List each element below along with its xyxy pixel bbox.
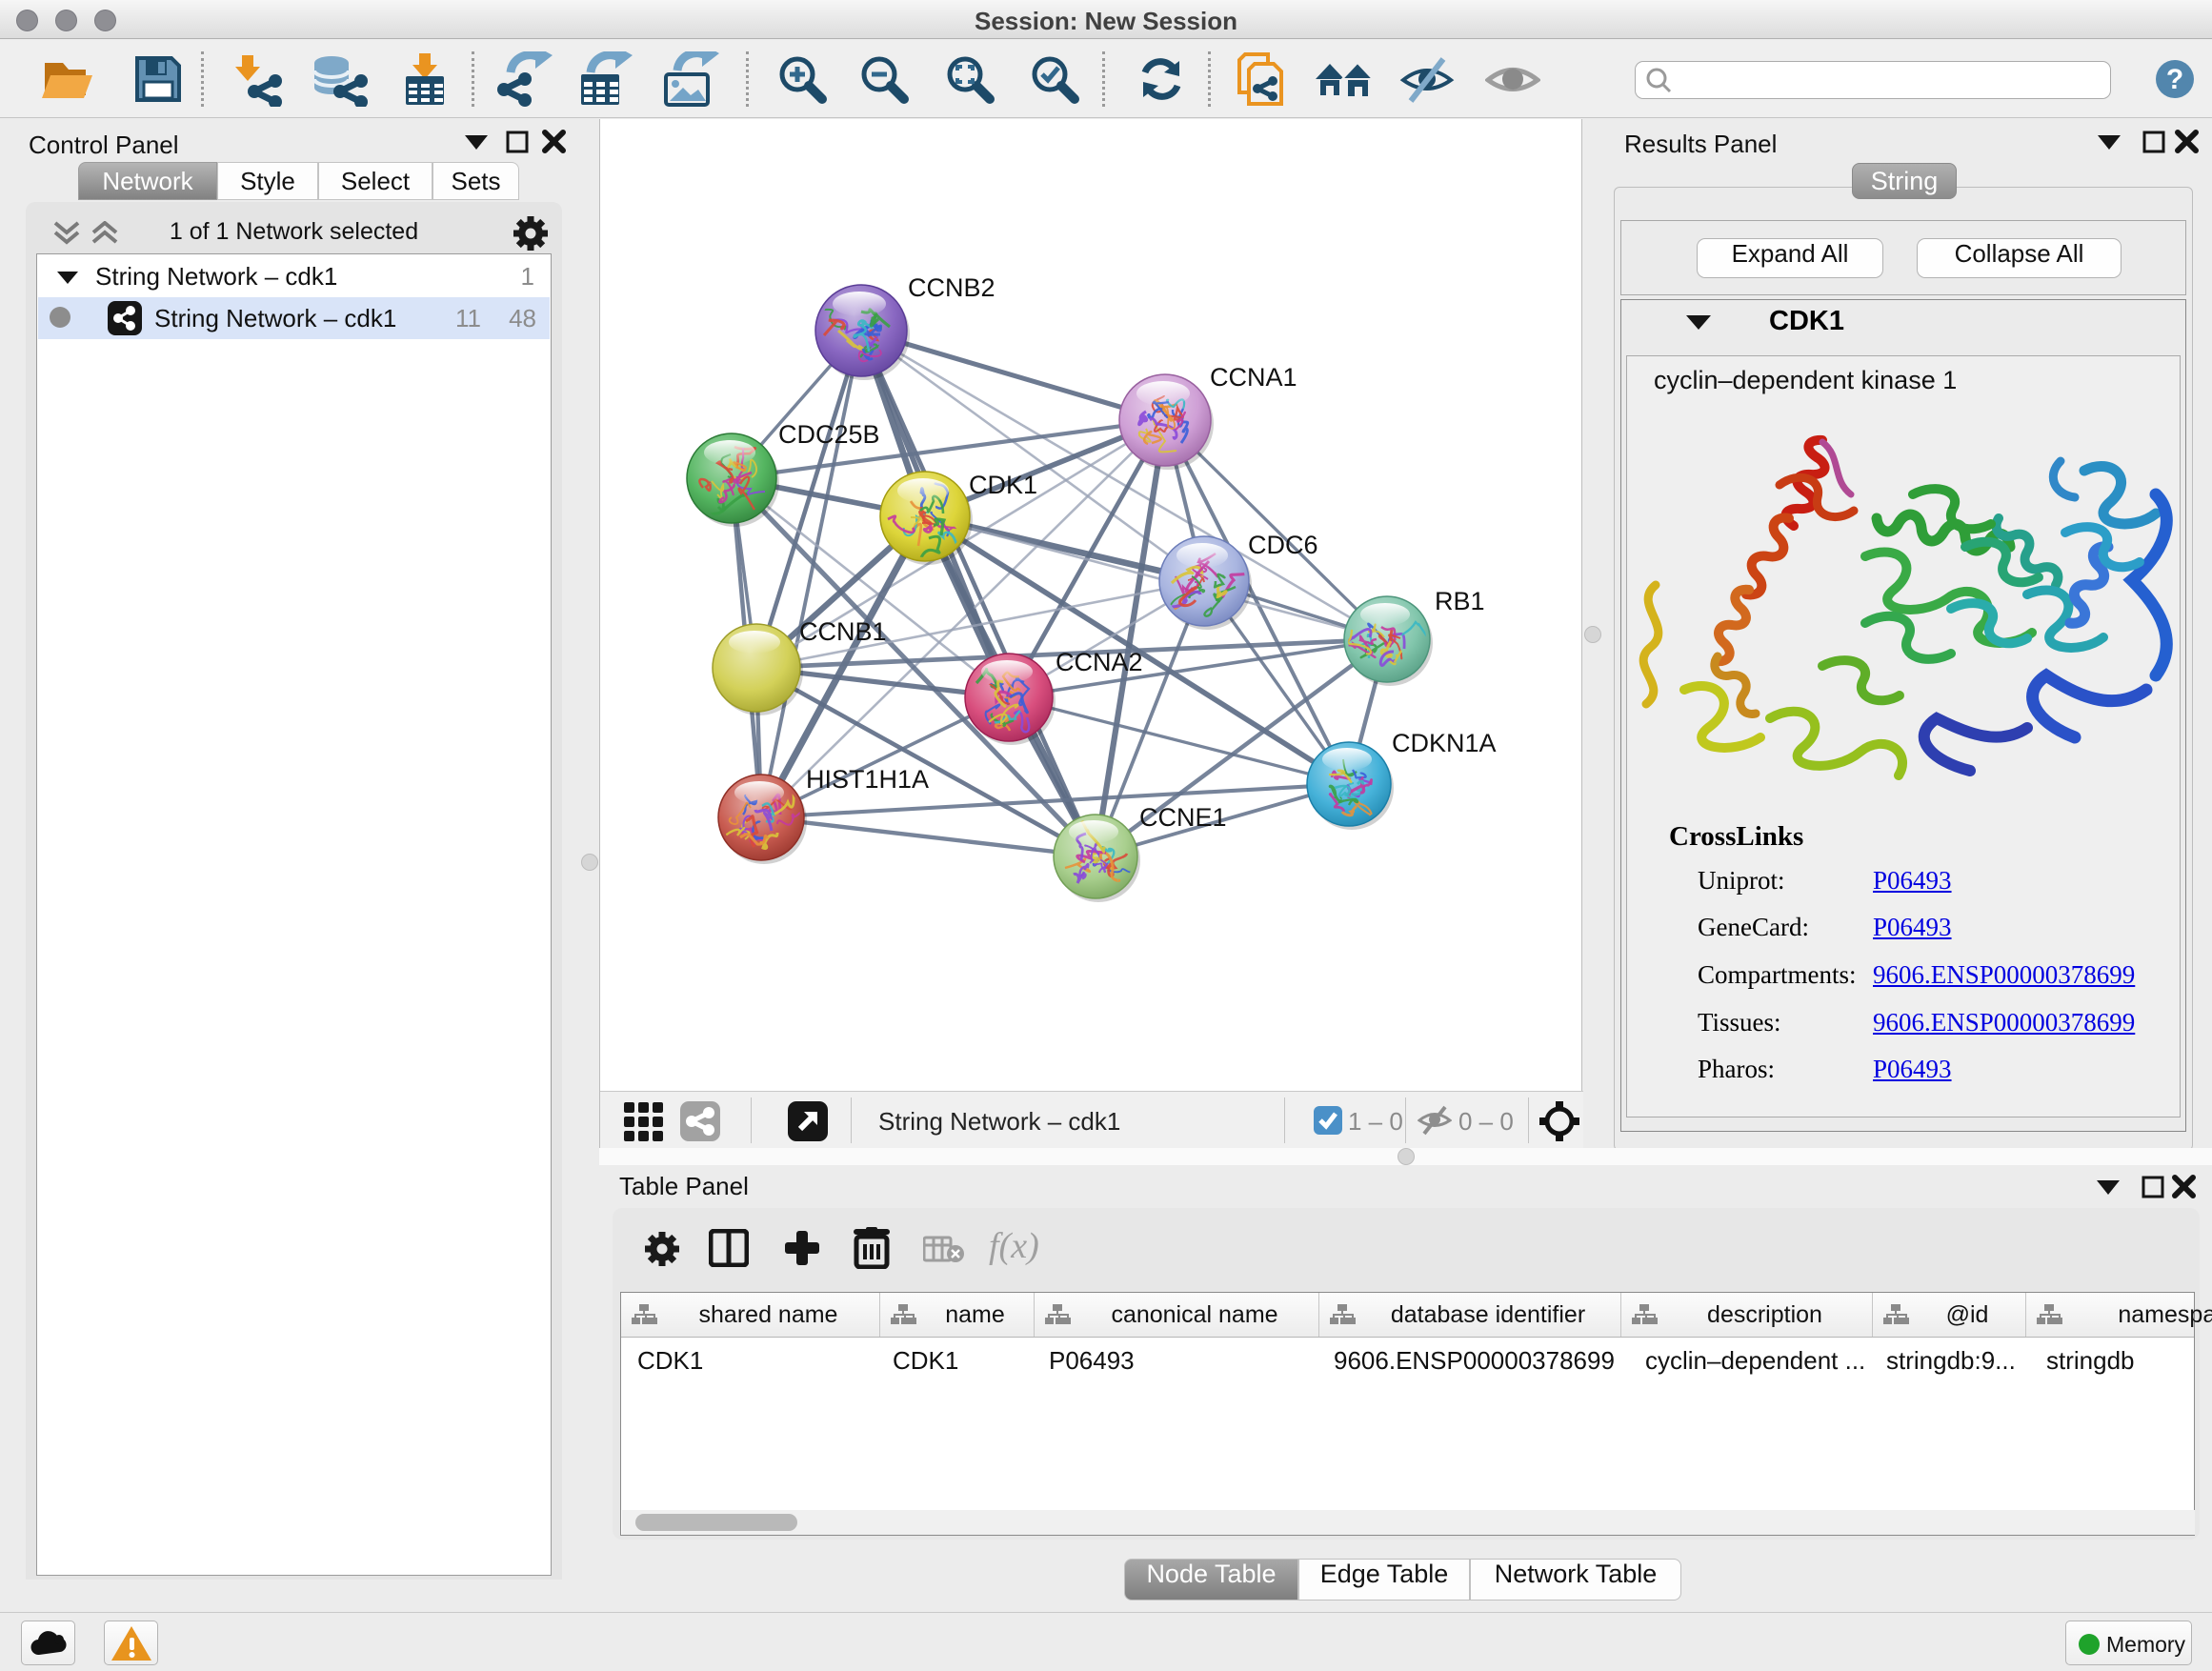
- svg-text:CCNA2: CCNA2: [1056, 648, 1143, 676]
- svg-text:?: ?: [2166, 64, 2183, 95]
- svg-text:CDK1: CDK1: [969, 471, 1037, 499]
- svg-text:CCNE1: CCNE1: [1139, 803, 1227, 832]
- svg-text:CDC25B: CDC25B: [778, 420, 880, 449]
- svg-text:RB1: RB1: [1435, 587, 1485, 615]
- svg-text:CDKN1A: CDKN1A: [1392, 729, 1497, 757]
- svg-text:HIST1H1A: HIST1H1A: [806, 765, 929, 794]
- svg-text:CCNB1: CCNB1: [799, 617, 887, 646]
- svg-text:CCNA1: CCNA1: [1210, 363, 1297, 392]
- svg-text:CCNB2: CCNB2: [908, 273, 995, 302]
- svg-text:CDC6: CDC6: [1248, 531, 1318, 559]
